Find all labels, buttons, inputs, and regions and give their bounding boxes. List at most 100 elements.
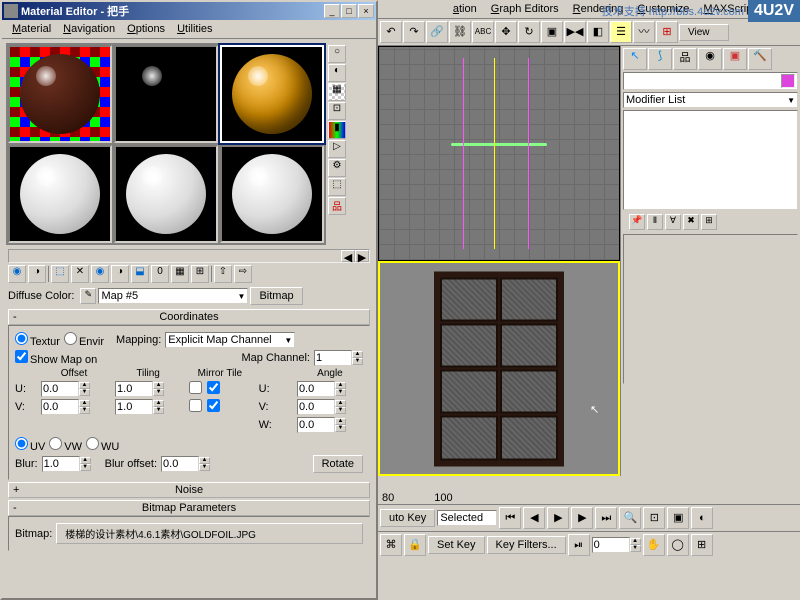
rotate-button[interactable]: Rotate xyxy=(313,455,363,473)
scroll-left-icon[interactable]: ◀ xyxy=(341,250,355,262)
titlebar[interactable]: Material Editor - 把手 _ □ × xyxy=(2,2,376,20)
show-map-icon[interactable]: ▦ xyxy=(171,265,189,283)
blur-input[interactable] xyxy=(42,456,80,472)
map-name-dropdown[interactable]: Map #5 ▼ xyxy=(98,288,248,304)
goto-start-icon[interactable]: ⏮ xyxy=(499,507,521,529)
time-slider[interactable] xyxy=(378,476,800,492)
background-icon[interactable]: ▦ xyxy=(328,83,346,101)
mat-map-nav-icon[interactable]: 品 xyxy=(328,197,346,215)
show-map-checkbox[interactable]: Show Map on xyxy=(15,350,97,366)
next-frame-icon[interactable]: ▶ xyxy=(571,507,593,529)
u-tile-checkbox[interactable] xyxy=(207,381,220,394)
modifier-list-dropdown[interactable]: Modifier List ▼ xyxy=(623,92,798,108)
schematic-icon[interactable]: ⊞ xyxy=(656,21,678,43)
menu-navigation[interactable]: Navigation xyxy=(57,22,121,36)
v-angle-input[interactable] xyxy=(297,399,335,415)
modifier-stack[interactable] xyxy=(623,110,798,210)
spin-down-icon[interactable]: ▼ xyxy=(352,358,363,365)
undo-icon[interactable]: ↶ xyxy=(380,21,402,43)
zoom-all-icon[interactable]: ⊡ xyxy=(643,507,665,529)
map-channel-input[interactable] xyxy=(314,350,352,366)
reset-icon[interactable]: ✕ xyxy=(71,265,89,283)
key-filters-button[interactable]: Key Filters... xyxy=(487,536,566,554)
modify-tab-icon[interactable]: ⟆ xyxy=(648,48,672,70)
zoom-extents-icon[interactable]: ▣ xyxy=(667,507,689,529)
map-type-button[interactable]: Bitmap xyxy=(250,287,302,305)
select-by-mat-icon[interactable]: ⬚ xyxy=(328,178,346,196)
u-tiling-input[interactable] xyxy=(115,381,153,397)
menu-utilities[interactable]: Utilities xyxy=(171,22,218,36)
bitmap-params-rollout-header[interactable]: - Bitmap Parameters xyxy=(8,500,370,516)
rotate-icon[interactable]: ↻ xyxy=(518,21,540,43)
move-icon[interactable]: ✥ xyxy=(495,21,517,43)
display-tab-icon[interactable]: ▣ xyxy=(723,48,747,70)
mirror-icon[interactable]: ▶◀ xyxy=(564,21,586,43)
view-dropdown[interactable]: View xyxy=(679,24,729,41)
set-key-button[interactable]: Set Key xyxy=(428,536,485,554)
pick-icon[interactable]: ✎ xyxy=(80,288,96,304)
put-library-icon[interactable]: ⬓ xyxy=(131,265,149,283)
u-angle-input[interactable] xyxy=(297,381,335,397)
script-icon[interactable]: ⌘ xyxy=(380,534,402,556)
v-tile-checkbox[interactable] xyxy=(207,399,220,412)
texture-radio[interactable]: Textur xyxy=(15,332,60,348)
arc-rotate-icon[interactable]: ◯ xyxy=(667,534,689,556)
goto-end-icon[interactable]: ⏭ xyxy=(595,507,617,529)
v-mirror-checkbox[interactable] xyxy=(189,399,202,412)
v-tiling-input[interactable] xyxy=(115,399,153,415)
material-slot-4[interactable] xyxy=(8,145,112,243)
material-slot-1[interactable] xyxy=(8,45,112,143)
pan-icon[interactable]: ✋ xyxy=(643,534,665,556)
assign-icon[interactable]: ⬚ xyxy=(51,265,69,283)
blur-offset-input[interactable] xyxy=(161,456,199,472)
bitmap-path-button[interactable]: 楼梯的设计素材\4.6.1素材\GOLDFOIL.JPG xyxy=(56,523,363,544)
video-check-icon[interactable]: ▮ xyxy=(328,121,346,139)
material-slot-6[interactable] xyxy=(220,145,324,243)
make-unique-icon[interactable]: ∀ xyxy=(665,214,681,230)
configure-icon[interactable]: ⊞ xyxy=(701,214,717,230)
align-icon[interactable]: ◧ xyxy=(587,21,609,43)
wu-radio[interactable]: WU xyxy=(86,437,119,453)
menu-options[interactable]: Options xyxy=(121,22,171,36)
layers-icon[interactable]: ☰ xyxy=(610,21,632,43)
v-offset-input[interactable] xyxy=(41,399,79,415)
link-icon[interactable]: 🔗 xyxy=(426,21,448,43)
abc-icon[interactable]: ABC xyxy=(472,21,494,43)
menu-material[interactable]: Material xyxy=(6,22,57,36)
menu-graph-editors[interactable]: Graph Editors xyxy=(485,2,565,16)
sample-uv-icon[interactable]: ⊡ xyxy=(328,102,346,120)
spin-down-icon[interactable]: ▼ xyxy=(630,545,641,552)
w-angle-input[interactable] xyxy=(297,417,335,433)
key-mode-dropdown[interactable]: Selected xyxy=(437,510,497,526)
spin-up-icon[interactable]: ▲ xyxy=(352,351,363,358)
remove-mod-icon[interactable]: ✖ xyxy=(683,214,699,230)
go-sibling-icon[interactable]: ⇨ xyxy=(234,265,252,283)
make-preview-icon[interactable]: ▷ xyxy=(328,140,346,158)
mapping-dropdown[interactable]: Explicit Map Channel▼ xyxy=(165,332,295,348)
put-to-scene-icon[interactable]: ◑ xyxy=(28,265,46,283)
go-parent-icon[interactable]: ⇧ xyxy=(214,265,232,283)
u-offset-input[interactable] xyxy=(41,381,79,397)
motion-tab-icon[interactable]: ◉ xyxy=(698,48,722,70)
vw-radio[interactable]: VW xyxy=(49,437,82,453)
mat-effects-icon[interactable]: 0 xyxy=(151,265,169,283)
uv-radio[interactable]: UV xyxy=(15,437,45,453)
pin-icon[interactable]: 📌 xyxy=(629,214,645,230)
minimize-button[interactable]: _ xyxy=(324,4,340,18)
get-material-icon[interactable]: ◉ xyxy=(8,265,26,283)
zoom-icon[interactable]: 🔍 xyxy=(619,507,641,529)
noise-rollout-header[interactable]: + Noise xyxy=(8,482,370,498)
fov-icon[interactable]: ◐ xyxy=(691,507,713,529)
prev-frame-icon[interactable]: ◀ xyxy=(523,507,545,529)
sample-type-icon[interactable]: ○ xyxy=(328,45,346,63)
options-icon[interactable]: ⚙ xyxy=(328,159,346,177)
backlight-icon[interactable]: ◐ xyxy=(328,64,346,82)
close-button[interactable]: × xyxy=(358,4,374,18)
key-mode-icon[interactable]: ⏯ xyxy=(568,534,590,556)
coordinates-rollout-header[interactable]: - Coordinates xyxy=(8,309,370,325)
color-swatch[interactable] xyxy=(781,74,795,88)
perspective-viewport[interactable]: ↖ xyxy=(378,261,620,476)
envir-radio[interactable]: Envir xyxy=(64,332,104,348)
play-icon[interactable]: ▶ xyxy=(547,507,569,529)
maximize-icon[interactable]: ⊞ xyxy=(691,534,713,556)
